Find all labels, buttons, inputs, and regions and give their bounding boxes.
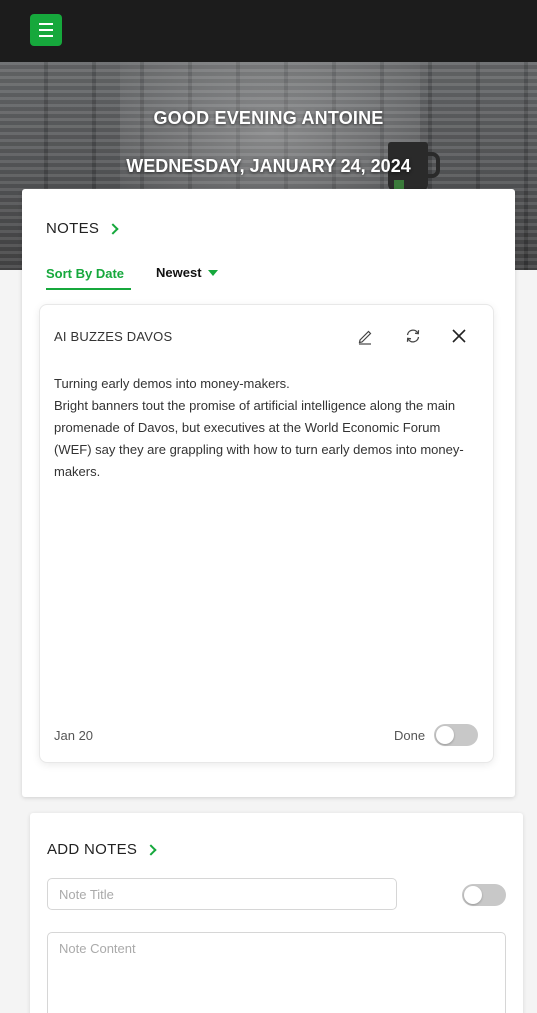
order-dropdown-label: Newest — [156, 265, 202, 280]
notes-card: NOTES Sort By Date Newest AI BUZZES DAVO… — [22, 189, 515, 797]
notes-header[interactable]: NOTES — [46, 220, 119, 237]
current-date: WEDNESDAY, JANUARY 24, 2024 — [126, 156, 411, 176]
top-bar — [0, 0, 537, 62]
note-date: Jan 20 — [54, 728, 94, 743]
edit-icon[interactable] — [350, 321, 380, 351]
tab-sort-by-date[interactable]: Sort By Date — [46, 266, 131, 290]
chevron-right-icon — [145, 843, 157, 856]
done-label: Done — [394, 728, 426, 743]
refresh-icon[interactable] — [398, 321, 428, 351]
note-body: Turning early demos into money-makers. B… — [54, 373, 474, 483]
add-notes-card: ADD NOTES — [30, 813, 523, 1013]
note-text: Bright banners tout the promise of artif… — [54, 398, 464, 479]
note-title-input[interactable] — [47, 878, 397, 910]
hamburger-menu-icon[interactable] — [30, 14, 62, 46]
add-note-toggle[interactable] — [462, 884, 506, 906]
note-subtitle: Turning early demos into money-makers. — [54, 376, 290, 391]
order-dropdown[interactable]: Newest — [156, 265, 218, 280]
caret-down-icon — [207, 269, 218, 276]
note-title: AI BUZZES DAVOS — [54, 329, 173, 344]
add-notes-title: ADD NOTES — [47, 841, 138, 858]
x-icon — [452, 329, 466, 343]
close-icon[interactable] — [444, 321, 474, 351]
chevron-right-icon — [107, 222, 119, 235]
notes-title: NOTES — [46, 220, 100, 237]
done-toggle[interactable] — [434, 724, 478, 746]
note-card: AI BUZZES DAVOS Turning early demos into… — [39, 304, 494, 763]
note-content-input[interactable] — [47, 932, 506, 1013]
sync-icon — [406, 329, 420, 343]
add-notes-header[interactable]: ADD NOTES — [47, 841, 157, 858]
greeting-text: GOOD EVENING ANTOINE — [153, 108, 384, 128]
pencil-icon — [358, 330, 372, 345]
